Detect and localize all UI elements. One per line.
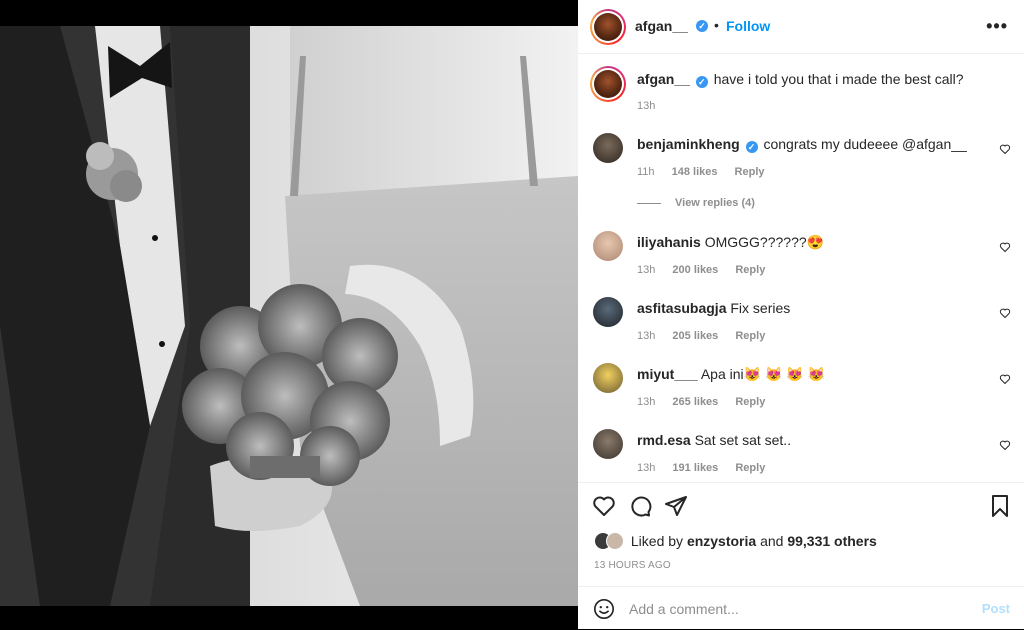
follow-button[interactable]: Follow: [726, 18, 770, 34]
separator-dot: •: [714, 17, 719, 33]
verified-badge-icon: ✓: [696, 20, 708, 32]
verified-badge-icon: ✓: [695, 76, 708, 88]
comment-meta: 11h 148 likes Reply: [637, 166, 779, 178]
comment-heart-icon[interactable]: [999, 241, 1011, 253]
comment-body: Apa ini😻 😻 😻 😻: [700, 366, 826, 382]
reply-button[interactable]: Reply: [735, 462, 765, 474]
comment-text: iliyahanis OMGGG??????😍: [637, 234, 824, 251]
likes-summary[interactable]: Liked by enzystoria and 99,331 others: [594, 532, 877, 551]
comment-input[interactable]: [627, 595, 971, 623]
heart-icon[interactable]: [592, 494, 616, 518]
reply-button[interactable]: Reply: [735, 330, 765, 342]
view-replies-button[interactable]: View replies (4): [637, 197, 755, 209]
comment-heart-icon[interactable]: [999, 307, 1011, 319]
comment-text: benjaminkheng ✓ congrats my dudeeee @afg…: [637, 136, 967, 153]
more-options-icon[interactable]: •••: [986, 16, 1008, 37]
comment-body: OMGGG??????😍: [704, 234, 825, 250]
post-comment-button[interactable]: Post: [982, 601, 1010, 616]
post-photo[interactable]: [0, 26, 578, 606]
comment-likes[interactable]: 191 likes: [672, 462, 718, 474]
comment-time: 13h: [637, 264, 656, 276]
post-media: [0, 0, 578, 629]
comment-username[interactable]: asfitasubagja: [637, 300, 726, 316]
post-details-panel: afgan__ ✓ • Follow ••• afgan__ ✓ have i …: [578, 0, 1024, 629]
post-actions: Liked by enzystoria and 99,331 others 13…: [578, 482, 1024, 587]
comment-likes[interactable]: 148 likes: [672, 166, 718, 178]
liker-avatar: [606, 532, 624, 551]
comment-time: 13h: [637, 462, 656, 474]
post-timestamp: 13 HOURS AGO: [594, 560, 671, 571]
comment-username[interactable]: rmd.esa: [637, 432, 691, 448]
comment-time: 13h: [637, 330, 656, 342]
caption-time: 13h: [637, 100, 656, 112]
comment-time: 11h: [637, 166, 655, 178]
comment-text: rmd.esa Sat set sat set..: [637, 432, 791, 448]
comment-avatar[interactable]: [593, 297, 623, 327]
likes-prefix: Liked by: [630, 533, 684, 550]
emoji-icon[interactable]: [593, 598, 615, 620]
reply-button[interactable]: Reply: [735, 396, 765, 408]
caption-avatar[interactable]: [590, 66, 626, 102]
comment-body: Sat set sat set..: [694, 432, 792, 448]
caption-text: afgan__ ✓ have i told you that i made th…: [637, 71, 964, 88]
comment-username[interactable]: miyut___: [637, 366, 698, 382]
comment-text: miyut___ Apa ini😻 😻 😻 😻: [637, 366, 825, 383]
comment-username[interactable]: iliyahanis: [637, 234, 701, 250]
comment-meta: 13h 265 likes Reply: [637, 396, 779, 408]
comment-body: Fix series: [730, 300, 791, 316]
comment-heart-icon[interactable]: [999, 373, 1011, 385]
comment-avatar[interactable]: [593, 363, 623, 393]
add-comment-bar: Post: [578, 586, 1024, 630]
comment-meta: 13h 200 likes Reply: [637, 264, 779, 276]
comment-time: 13h: [637, 396, 656, 408]
caption-username[interactable]: afgan__: [637, 71, 690, 87]
comment-likes[interactable]: 200 likes: [672, 264, 718, 276]
reply-button[interactable]: Reply: [735, 166, 765, 178]
likes-and: and: [760, 533, 784, 550]
comment-avatar[interactable]: [593, 133, 623, 163]
verified-badge-icon: ✓: [745, 141, 758, 153]
comment-heart-icon[interactable]: [999, 439, 1011, 451]
share-icon[interactable]: [664, 494, 688, 518]
comments-list[interactable]: afgan__ ✓ have i told you that i made th…: [578, 54, 1024, 482]
wedding-photo-illustration: [0, 26, 578, 606]
reply-button[interactable]: Reply: [735, 264, 765, 276]
comment-icon[interactable]: [628, 494, 652, 518]
author-avatar[interactable]: [590, 9, 626, 45]
post-header: afgan__ ✓ • Follow •••: [578, 0, 1024, 54]
author-username[interactable]: afgan__: [635, 18, 688, 34]
comment-meta: 13h 205 likes Reply: [637, 330, 779, 342]
comment-heart-icon[interactable]: [999, 143, 1011, 155]
comment-username[interactable]: benjaminkheng: [637, 136, 740, 152]
liker-username[interactable]: enzystoria: [687, 533, 756, 549]
comment-likes[interactable]: 205 likes: [672, 330, 718, 342]
comment-meta: 13h 191 likes Reply: [637, 462, 779, 474]
bookmark-icon[interactable]: [988, 494, 1012, 518]
likes-others[interactable]: 99,331 others: [787, 533, 877, 549]
comment-avatar[interactable]: [593, 231, 623, 261]
comment-text: asfitasubagja Fix series: [637, 300, 790, 316]
comment-likes[interactable]: 265 likes: [672, 396, 718, 408]
comment-avatar[interactable]: [593, 429, 623, 459]
comment-body: congrats my dudeeee @afgan__: [763, 136, 967, 152]
caption-body: have i told you that i made the best cal…: [713, 71, 964, 87]
